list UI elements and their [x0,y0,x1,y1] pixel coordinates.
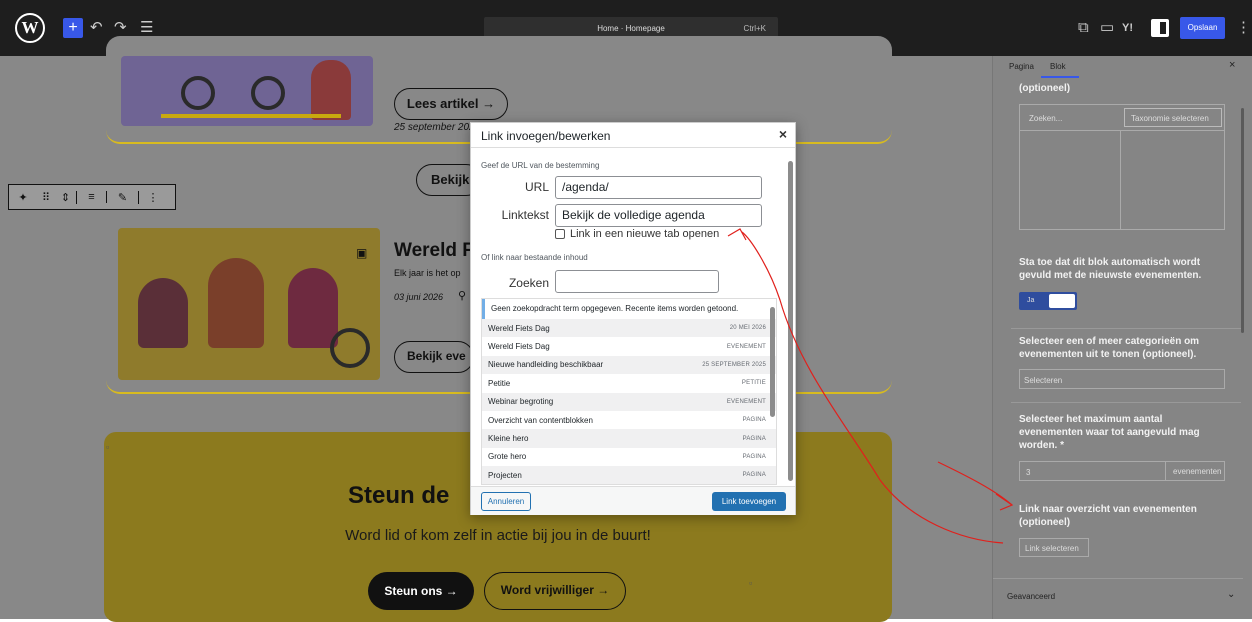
annotation-overlay [727,228,1014,544]
annotation-arrowhead [727,228,747,241]
annotation-arrow [937,461,1013,506]
annotation-arrowhead [995,493,1014,511]
annotation-arrow [741,231,1004,544]
